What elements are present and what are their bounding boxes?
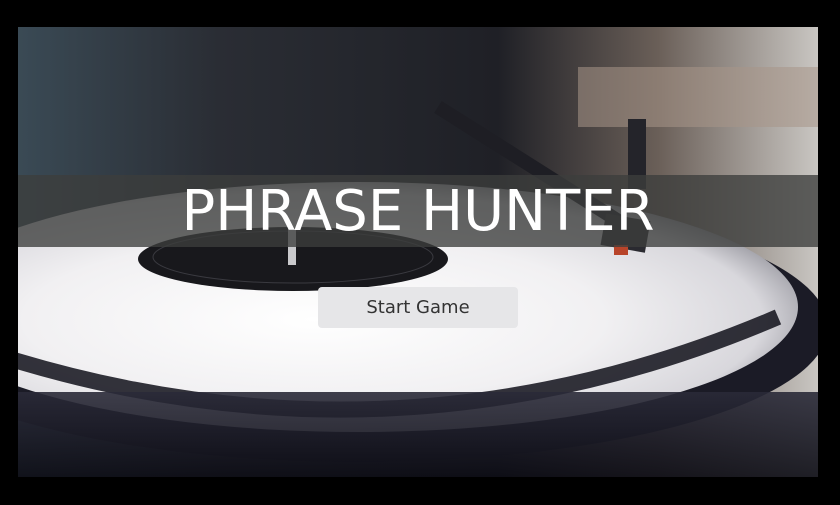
game-title: PHRASE HUNTER — [181, 179, 655, 244]
turntable-background-image — [18, 27, 818, 477]
start-game-button[interactable]: Start Game — [318, 287, 518, 328]
game-overlay: PHRASE HUNTER Start Game — [18, 27, 818, 477]
